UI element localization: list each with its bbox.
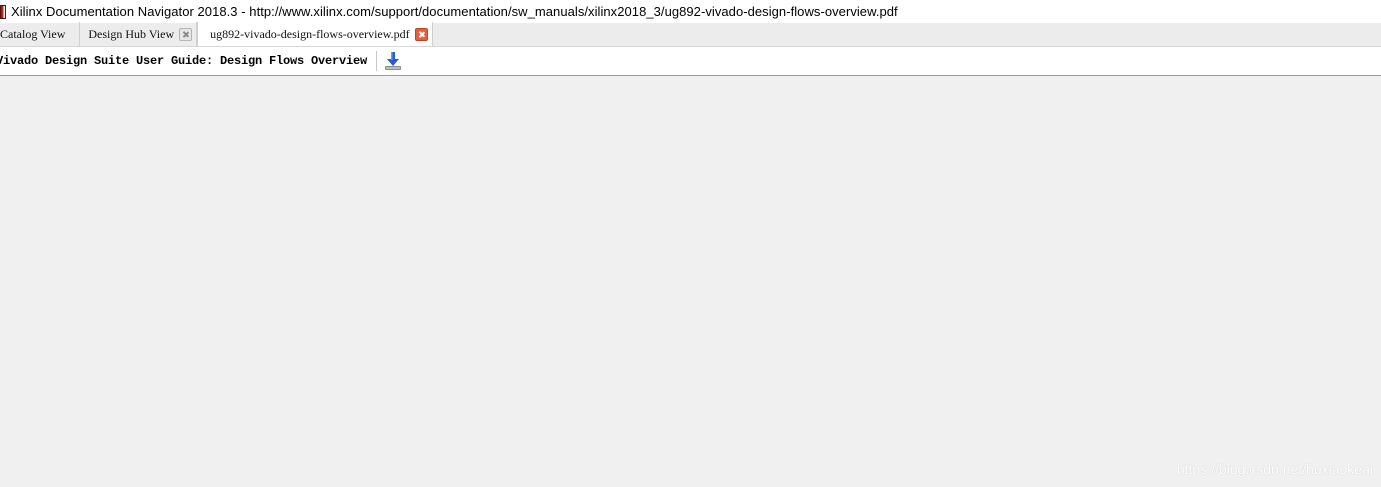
tab-catalog-view[interactable]: Catalog View <box>0 22 81 46</box>
tab-label: ug892-vivado-design-flows-overview.pdf <box>210 26 410 41</box>
toolbar-separator <box>376 51 378 71</box>
watermark: https://blog.csdn.net/huxiaokeai <box>1176 461 1373 477</box>
title-bar: Xilinx Documentation Navigator 2018.3 - … <box>0 0 1381 23</box>
window-title: Xilinx Documentation Navigator 2018.3 - … <box>11 4 898 19</box>
tab-ug892-pdf[interactable]: ug892-vivado-design-flows-overview.pdf <box>197 22 433 46</box>
tab-label: Catalog View <box>0 26 66 41</box>
document-toolbar: Vivado Design Suite User Guide: Design F… <box>0 47 1381 76</box>
app-window: Xilinx Documentation Navigator 2018.3 - … <box>0 0 1381 487</box>
download-icon <box>385 52 402 70</box>
tab-design-hub-view[interactable]: Design Hub View <box>80 22 198 46</box>
app-icon <box>0 4 6 19</box>
close-icon[interactable] <box>179 27 193 41</box>
download-button[interactable] <box>383 50 403 72</box>
close-icon[interactable] <box>414 27 428 41</box>
document-title: Vivado Design Suite User Guide: Design F… <box>0 54 368 68</box>
tab-bar: Catalog View Design Hub View ug892-vivad… <box>0 22 1381 47</box>
pdf-viewer-area[interactable]: https://blog.csdn.net/huxiaokeai <box>0 76 1381 487</box>
tab-label: Design Hub View <box>88 26 175 41</box>
